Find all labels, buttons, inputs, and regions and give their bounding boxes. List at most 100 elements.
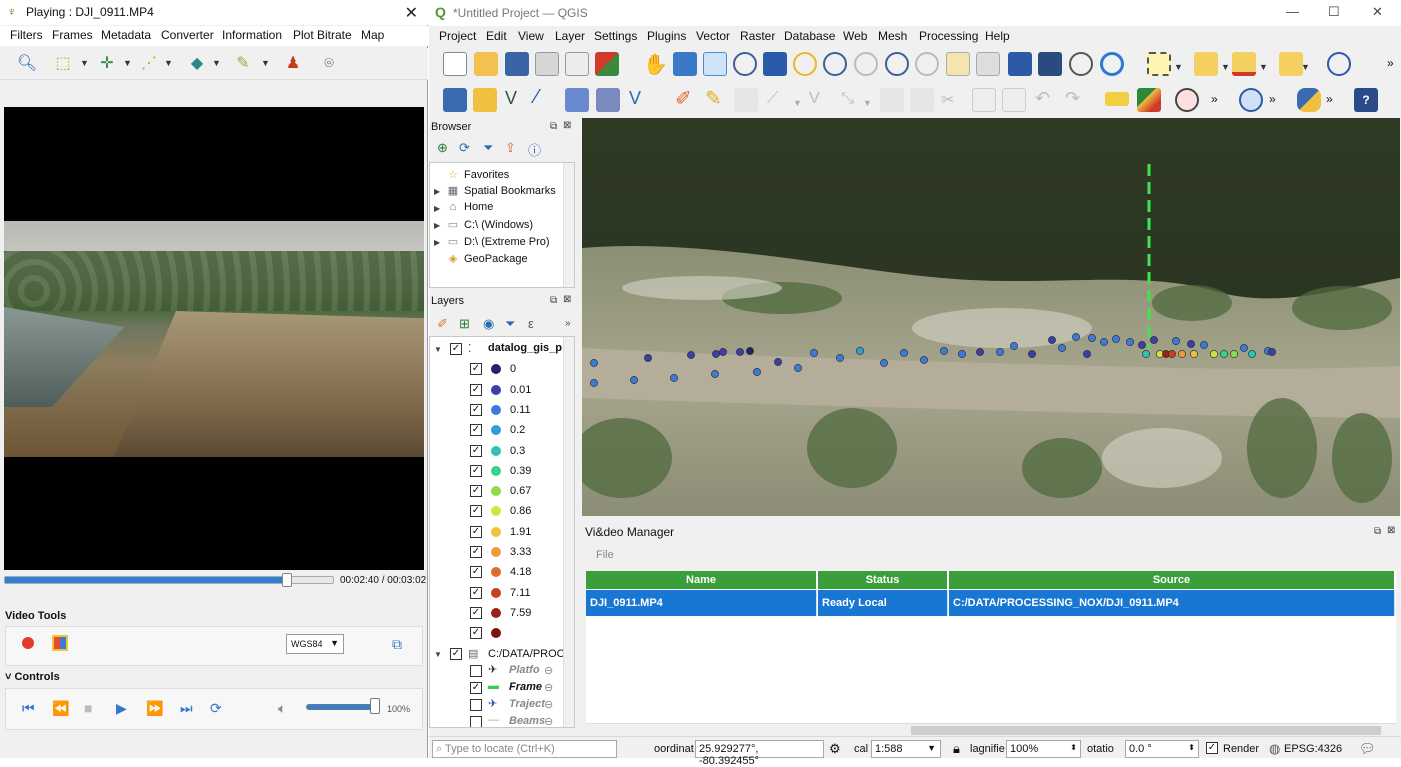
class-checkbox[interactable]: ✓ bbox=[470, 424, 482, 437]
layer-name[interactable]: datalog_gis_p bbox=[488, 342, 562, 362]
pan-to-selection-icon[interactable] bbox=[673, 52, 697, 76]
browser-item-geopackage[interactable]: ◈ GeoPackage bbox=[446, 252, 528, 265]
modify-attributes-icon[interactable]: ⤡ bbox=[841, 90, 854, 108]
redo-icon[interactable]: ↷ bbox=[1065, 88, 1080, 109]
zoom-to-selection-icon[interactable] bbox=[793, 52, 817, 76]
menu-vector[interactable]: Vector bbox=[696, 29, 730, 43]
rectangle-select-icon[interactable]: ⬚ bbox=[52, 54, 74, 74]
collapse-icon[interactable]: ▼ bbox=[434, 650, 442, 659]
fast-forward-icon[interactable]: ⏩ bbox=[146, 700, 163, 717]
toolbar-overflow-icon[interactable]: » bbox=[1269, 92, 1276, 106]
polygon-icon[interactable]: ◆ bbox=[186, 54, 208, 74]
map-pin-icon[interactable]: ⌾ bbox=[318, 54, 340, 74]
paste-icon[interactable] bbox=[1002, 88, 1026, 112]
add-vector-icon[interactable]: V bbox=[505, 88, 517, 109]
skip-start-icon[interactable]: ⏮ bbox=[22, 700, 35, 717]
sublayer-checkbox[interactable]: ✓ bbox=[470, 681, 482, 694]
chevron-down-icon[interactable]: ▼ bbox=[1259, 62, 1268, 72]
expand-icon[interactable]: ▶ bbox=[434, 187, 440, 196]
controls-label[interactable]: ˅ Controls bbox=[5, 671, 60, 683]
menu-layer[interactable]: Layer bbox=[555, 29, 585, 43]
expand-icon[interactable]: ▶ bbox=[434, 238, 440, 247]
add-delimited-icon[interactable]: ⁄ bbox=[535, 86, 538, 109]
copy-icon[interactable] bbox=[972, 88, 996, 112]
toolbar-overflow-icon[interactable]: » bbox=[1387, 56, 1394, 70]
layer-checkbox[interactable]: ✓ bbox=[450, 343, 462, 355]
volume-handle[interactable] bbox=[370, 698, 380, 714]
class-label[interactable]: 4.18 bbox=[510, 566, 531, 586]
select-features-icon[interactable] bbox=[1147, 52, 1171, 76]
new-3d-view-icon[interactable] bbox=[976, 52, 1000, 76]
menu-settings[interactable]: Settings bbox=[594, 29, 637, 43]
class-label[interactable]: 0.3 bbox=[510, 445, 525, 465]
collapse-icon[interactable]: ▼ bbox=[434, 345, 442, 354]
deselect-icon[interactable] bbox=[1232, 52, 1256, 76]
column-header-name[interactable]: Name bbox=[586, 571, 817, 589]
filter-icon[interactable]: ⏷ bbox=[483, 140, 493, 156]
render-checkbox[interactable]: ✓ bbox=[1206, 742, 1218, 754]
zoom-to-layer-icon[interactable] bbox=[823, 52, 847, 76]
loop-icon[interactable]: ⟳ bbox=[210, 700, 222, 717]
menu-frames[interactable]: Frames bbox=[52, 28, 93, 42]
new-map-view-icon[interactable] bbox=[946, 52, 970, 76]
point-icon[interactable]: ✛ bbox=[96, 54, 118, 74]
color-options-icon[interactable] bbox=[52, 635, 68, 651]
visibility-icon[interactable]: ◉ bbox=[483, 316, 494, 332]
video-frame[interactable] bbox=[4, 107, 424, 570]
close-panel-icon[interactable]: ⊠ bbox=[1387, 525, 1395, 536]
toggle-extents-icon[interactable]: ⚙ bbox=[829, 741, 841, 757]
menu-database[interactable]: Database bbox=[784, 29, 835, 43]
class-label[interactable]: 0.2 bbox=[510, 424, 525, 444]
data-source-manager-icon[interactable] bbox=[443, 88, 467, 112]
chevron-down-icon[interactable]: ▼ bbox=[123, 58, 132, 68]
class-label[interactable]: 0.86 bbox=[510, 505, 531, 525]
expand-icon[interactable]: ▶ bbox=[434, 221, 440, 230]
stamp-icon[interactable]: ♟ bbox=[282, 54, 304, 74]
class-label[interactable]: 1.91 bbox=[510, 526, 531, 546]
new-project-icon[interactable] bbox=[443, 52, 467, 76]
class-checkbox[interactable]: ✓ bbox=[470, 586, 482, 599]
toggle-editing-icon[interactable]: ✎ bbox=[705, 86, 722, 111]
play-icon[interactable]: ▶ bbox=[116, 700, 127, 717]
menu-plot-bitrate[interactable]: Plot Bitrate bbox=[293, 28, 352, 42]
line-icon[interactable]: ⋰ bbox=[138, 54, 160, 74]
sublayer-checkbox[interactable] bbox=[470, 664, 482, 677]
close-icon[interactable]: ✕ bbox=[405, 3, 418, 23]
volume-icon[interactable]: 🔈︎ bbox=[278, 700, 286, 717]
locator-search[interactable]: ⌕ Type to locate (Ctrl+K) bbox=[432, 740, 617, 758]
class-checkbox[interactable]: ✓ bbox=[470, 566, 482, 579]
rotation-field[interactable]: 0.0 ° ⬍ bbox=[1125, 740, 1199, 758]
class-label[interactable]: 3.33 bbox=[510, 546, 531, 566]
map-canvas[interactable] bbox=[582, 118, 1400, 516]
georeference-icon[interactable]: ⧉ bbox=[392, 636, 408, 652]
float-panel-icon[interactable]: ⧉ bbox=[550, 295, 557, 306]
toolbar-overflow-icon[interactable]: » bbox=[1211, 92, 1218, 106]
table-cell-source[interactable]: C:/DATA/PROCESSING_NOX/DJI_0911.MP4 bbox=[949, 590, 1395, 616]
layers-scrollbar[interactable] bbox=[563, 337, 574, 727]
class-label[interactable]: 7.59 bbox=[510, 607, 531, 627]
toolbar-overflow-icon[interactable]: » bbox=[565, 318, 571, 329]
table-hscroll-thumb[interactable] bbox=[911, 726, 1381, 735]
scale-field[interactable]: 1:588 ▼ bbox=[871, 740, 941, 758]
group-checkbox[interactable]: ✓ bbox=[450, 647, 462, 660]
skip-end-icon[interactable]: ⏭ bbox=[180, 700, 193, 717]
stop-icon[interactable]: ■ bbox=[84, 700, 92, 716]
class-checkbox[interactable]: ✓ bbox=[470, 444, 482, 457]
layout-manager-icon[interactable] bbox=[565, 52, 589, 76]
menu-project[interactable]: Project bbox=[439, 29, 476, 43]
globe-icon[interactable] bbox=[1239, 88, 1263, 112]
style-manager-icon[interactable] bbox=[595, 52, 619, 76]
chevron-down-icon[interactable]: ▼ bbox=[164, 58, 173, 68]
sublayer-label[interactable]: Beams bbox=[509, 715, 545, 728]
expand-icon[interactable]: ▶ bbox=[434, 204, 440, 213]
zoom-full-icon[interactable] bbox=[763, 52, 787, 76]
menu-help[interactable]: Help bbox=[985, 29, 1010, 43]
video-manager-file-menu[interactable]: File bbox=[596, 549, 614, 561]
class-label[interactable]: 0.01 bbox=[510, 384, 531, 404]
class-label[interactable]: 0.39 bbox=[510, 465, 531, 485]
digitize-icon[interactable]: ⟋ bbox=[767, 90, 778, 108]
class-label[interactable]: 0.67 bbox=[510, 485, 531, 505]
style-panel-icon[interactable]: ✐ bbox=[437, 316, 448, 332]
crs-globe-icon[interactable]: ◍ bbox=[1269, 741, 1280, 757]
add-raster-icon[interactable] bbox=[565, 88, 589, 112]
